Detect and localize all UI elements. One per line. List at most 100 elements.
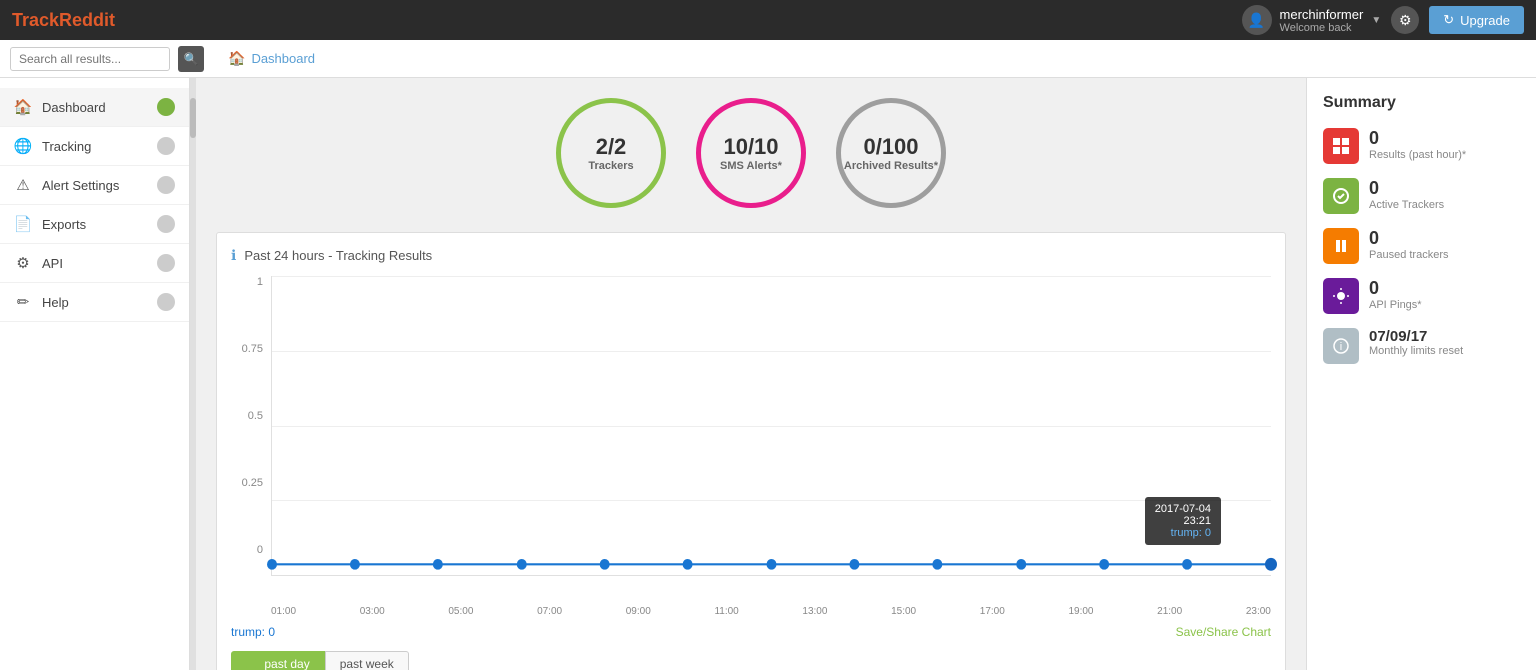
main-layout: 🏠 Dashboard 🌐 Tracking ⚠ Alert Settings …	[0, 78, 1536, 670]
search-button[interactable]: 🔍	[178, 46, 204, 72]
tooltip-value: trump: 0	[1155, 527, 1211, 539]
home-icon: 🏠	[228, 50, 245, 67]
y-label-025: 0.25	[231, 477, 263, 489]
summary-item-paused-trackers: 0 Paused trackers	[1323, 228, 1520, 264]
sidebar-badge-api	[157, 254, 175, 272]
chart-section: ℹ Past 24 hours - Tracking Results 1 0.7…	[216, 232, 1286, 670]
summary-item-api-pings: 0 API Pings*	[1323, 278, 1520, 314]
upgrade-button[interactable]: ↻ Upgrade	[1429, 6, 1524, 34]
sidebar-badge-alert	[157, 176, 175, 194]
sms-value: 10/10	[723, 134, 778, 160]
results-icon	[1323, 128, 1359, 164]
stat-circle-sms: 10/10 SMS Alerts*	[696, 98, 806, 208]
sidebar-label-alert-settings: Alert Settings	[42, 178, 119, 193]
trackers-value: 2/2	[596, 134, 627, 160]
globe-icon: 🌐	[14, 137, 32, 155]
search-input[interactable]	[10, 47, 170, 71]
sidebar-label-api: API	[42, 256, 63, 271]
chart-footer: trump: 0 Save/Share Chart	[231, 625, 1271, 639]
sidebar-label-help: Help	[42, 295, 69, 310]
y-label-075: 0.75	[231, 343, 263, 355]
results-label: Results (past hour)*	[1369, 149, 1466, 161]
search-bar: 🔍 🏠 Dashboard	[0, 40, 1536, 78]
chart-svg	[272, 276, 1271, 575]
scrollbar-handle[interactable]	[190, 98, 196, 138]
x-label-0700: 07:00	[537, 606, 562, 617]
y-label-0: 0	[231, 544, 263, 556]
x-label-1100: 11:00	[714, 606, 738, 617]
upgrade-label: Upgrade	[1460, 13, 1510, 28]
x-label-1900: 19:00	[1068, 606, 1093, 617]
chart-area: 2017-07-04 23:21 trump: 0	[271, 276, 1271, 576]
sidebar-badge-exports	[157, 215, 175, 233]
x-label-1300: 13:00	[802, 606, 827, 617]
avatar: 👤	[1242, 5, 1272, 35]
paused-trackers-count: 0	[1369, 228, 1448, 249]
sidebar-item-help[interactable]: ✏ Help	[0, 283, 189, 322]
monthly-reset-date: 07/09/17	[1369, 328, 1463, 345]
sidebar-label-tracking: Tracking	[42, 139, 91, 154]
archived-label: Archived Results*	[844, 160, 938, 172]
user-info: 👤 merchinformer Welcome back ▼	[1242, 5, 1382, 35]
chart-x-axis: 01:00 03:00 05:00 07:00 09:00 11:00 13:0…	[271, 606, 1271, 617]
tab-past-day-icon	[246, 658, 256, 668]
chart-y-axis: 1 0.75 0.5 0.25 0	[231, 276, 269, 556]
x-label-2300: 23:00	[1246, 606, 1271, 617]
x-label-0500: 05:00	[448, 606, 473, 617]
sidebar-item-alert-settings[interactable]: ⚠ Alert Settings	[0, 166, 189, 205]
sidebar-item-dashboard[interactable]: 🏠 Dashboard	[0, 88, 189, 127]
api-pings-icon	[1323, 278, 1359, 314]
sms-label: SMS Alerts*	[720, 160, 782, 172]
tooltip-date: 2017-07-04	[1155, 503, 1211, 515]
right-sidebar: Summary 0 Results (past hour)* 0 Active …	[1306, 78, 1536, 670]
sidebar-item-api[interactable]: ⚙ API	[0, 244, 189, 283]
paused-trackers-icon	[1323, 228, 1359, 264]
monthly-reset-icon: i	[1323, 328, 1359, 364]
sidebar-label-dashboard: Dashboard	[42, 100, 106, 115]
summary-title: Summary	[1323, 94, 1520, 112]
user-welcome: Welcome back	[1280, 22, 1364, 34]
trackers-label: Trackers	[588, 160, 633, 172]
breadcrumb-label: Dashboard	[251, 51, 315, 66]
tooltip-time: 23:21	[1155, 515, 1211, 527]
svg-text:i: i	[1340, 341, 1342, 353]
api-pings-count: 0	[1369, 278, 1422, 299]
tab-past-day-label: past day	[264, 657, 309, 670]
breadcrumb: 🏠 Dashboard	[228, 50, 315, 67]
sidebar-item-exports[interactable]: 📄 Exports	[0, 205, 189, 244]
tracker-label: trump: 0	[231, 625, 275, 639]
chart-tabs: past day past week	[231, 651, 1271, 670]
save-share-link[interactable]: Save/Share Chart	[1176, 625, 1271, 639]
active-trackers-icon	[1323, 178, 1359, 214]
settings-icon[interactable]: ⚙	[1391, 6, 1419, 34]
x-label-2100: 21:00	[1157, 606, 1182, 617]
sidebar-scrollbar[interactable]	[190, 78, 196, 670]
y-label-1: 1	[231, 276, 263, 288]
stat-circle-archived: 0/100 Archived Results*	[836, 98, 946, 208]
tab-past-week-label: past week	[340, 657, 394, 670]
tab-past-day[interactable]: past day	[231, 651, 325, 670]
edit-icon: ✏	[14, 293, 32, 311]
summary-item-monthly-reset: i 07/09/17 Monthly limits reset	[1323, 328, 1520, 364]
stat-circle-trackers: 2/2 Trackers	[556, 98, 666, 208]
monthly-reset-label: Monthly limits reset	[1369, 345, 1463, 357]
chevron-down-icon[interactable]: ▼	[1371, 15, 1381, 26]
active-trackers-label: Active Trackers	[1369, 199, 1444, 211]
info-icon: ℹ	[231, 247, 236, 264]
search-icon: 🔍	[184, 52, 199, 66]
y-label-05: 0.5	[231, 410, 263, 422]
refresh-icon: ↻	[1443, 12, 1454, 28]
home-icon: 🏠	[14, 98, 32, 116]
x-label-0100: 01:00	[271, 606, 296, 617]
sidebar-badge-tracking	[157, 137, 175, 155]
logo-reddit: Reddit	[59, 10, 115, 30]
sidebar-item-tracking[interactable]: 🌐 Tracking	[0, 127, 189, 166]
user-name: merchinformer	[1280, 7, 1364, 22]
tab-past-week[interactable]: past week	[325, 651, 409, 670]
top-nav-right: 👤 merchinformer Welcome back ▼ ⚙ ↻ Upgra…	[1242, 5, 1524, 35]
x-label-1700: 17:00	[980, 606, 1005, 617]
sidebar-badge-help	[157, 293, 175, 311]
alert-icon: ⚠	[14, 176, 32, 194]
sidebar-label-exports: Exports	[42, 217, 86, 232]
main-content: 2/2 Trackers 10/10 SMS Alerts* 0/100 Arc…	[196, 78, 1306, 670]
